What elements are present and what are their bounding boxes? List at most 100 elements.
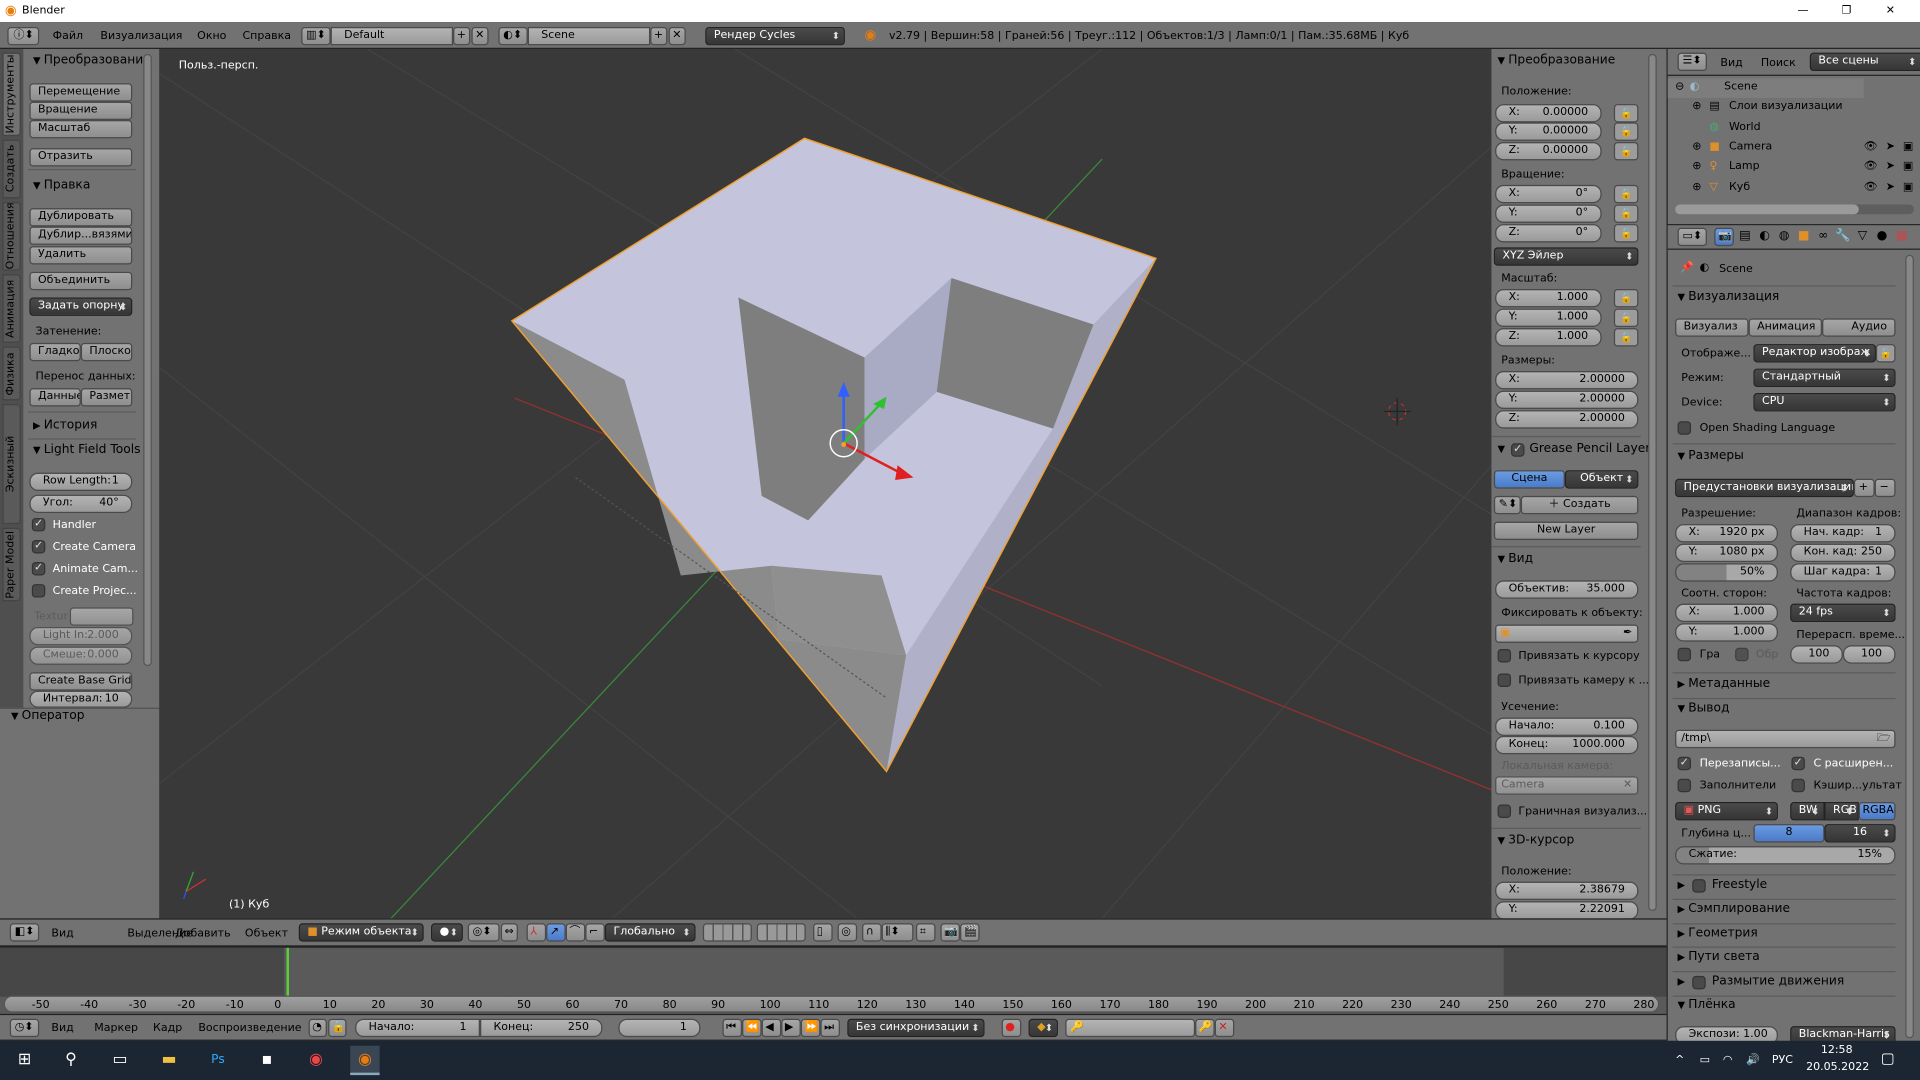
properties-scrollbar[interactable] (1905, 254, 1914, 1039)
rotation-x-field[interactable]: X: 0° (1495, 184, 1602, 204)
volume-icon[interactable]: 🔊 (1746, 1053, 1760, 1068)
select-arrow-icon[interactable]: ➤ (1886, 140, 1895, 155)
active-keying-set-field[interactable]: 🔑 (1065, 1018, 1196, 1038)
tab-material-icon[interactable]: ● (1873, 228, 1890, 245)
timeline-editor-icon[interactable]: ◷⬍ (9, 1018, 40, 1038)
viewport-shading-dropdown[interactable]: ● (431, 923, 463, 942)
interval-field[interactable]: Интервал: 10 (29, 690, 133, 708)
overwrite-checkbox[interactable]: ✓ (1677, 756, 1692, 771)
aspect-x-field[interactable]: X: 1.000 (1675, 603, 1778, 623)
duplicate-button[interactable]: Дублировать (29, 208, 133, 227)
scale-z-field[interactable]: Z: 1.000 (1495, 328, 1602, 347)
panel-transform[interactable]: Преобразовани (33, 54, 144, 67)
outliner-menu-search[interactable]: Поиск (1761, 56, 1796, 71)
layout-remove-button[interactable]: ✕ (471, 26, 489, 46)
manipulator-toggle[interactable]: ⇔ (500, 923, 518, 942)
tab-physics[interactable]: Физика (2, 346, 21, 401)
gp-pencil-icon[interactable]: ✎⬍ (1493, 495, 1521, 515)
delete-keyframe-icon[interactable]: ✕ (1214, 1018, 1235, 1038)
panel-geometry[interactable]: Геометрия (1678, 927, 1758, 940)
snap-element-icon[interactable]: ⫼⬍ (881, 923, 914, 942)
info-editor-icon[interactable]: ⓘ⬍ (7, 26, 40, 46)
snap-toggle-icon[interactable]: ∩ (862, 923, 882, 942)
close-button[interactable]: ✕ (1886, 4, 1895, 19)
menu-object[interactable]: Объект (245, 927, 288, 942)
scene-add-button[interactable]: + (650, 26, 668, 46)
panel-grease-pencil[interactable] (1498, 442, 1506, 455)
network-icon[interactable]: ▭ (1700, 1053, 1710, 1068)
tab-texture-icon[interactable]: ▦ (1893, 228, 1910, 245)
location-z-field[interactable]: Z: 0.00000 (1495, 142, 1602, 161)
animation-button[interactable]: Анимация (1748, 318, 1823, 337)
transform-orientation-dropdown[interactable]: Глобально (604, 923, 696, 942)
grease-pencil-checkbox[interactable]: ✓ (1511, 443, 1525, 457)
sync-mode-dropdown[interactable]: Без синхронизации (847, 1018, 985, 1038)
panel-render[interactable]: Визуализация (1678, 290, 1779, 303)
tab-object-icon[interactable]: ■ (1795, 228, 1812, 245)
rotation-mode-dropdown[interactable]: XYZ Эйлер (1493, 247, 1639, 266)
lock-cursor-checkbox[interactable] (1497, 648, 1512, 663)
jump-keyframe-forward-button[interactable]: ⏩ (800, 1018, 821, 1038)
timeline[interactable]: -50 -40 -30 -20 -10 0 10 20 30 40 50 60 70 80 90 100 110… (0, 946, 1667, 1014)
menu-render[interactable]: Визуализация (100, 29, 182, 44)
select-arrow-icon[interactable]: ➤ (1886, 180, 1895, 195)
lock-icon[interactable]: 🔓 (1613, 308, 1639, 327)
current-frame-field[interactable]: 1 (618, 1018, 701, 1038)
gp-create-button[interactable]: ＋ Создать (1520, 495, 1639, 515)
photoshop-icon[interactable]: Ps (203, 1046, 232, 1075)
lock-icon[interactable]: 🔓 (1613, 288, 1639, 308)
tab-scene-icon[interactable]: ◐ (1756, 228, 1773, 245)
panel-operator[interactable]: Оператор (11, 709, 85, 722)
minimize-button[interactable]: — (1798, 4, 1809, 19)
rotation-y-field[interactable]: Y: 0° (1495, 204, 1602, 223)
file-extensions-checkbox[interactable]: ✓ (1791, 756, 1805, 771)
output-path-field[interactable]: /tmp\ 🗁 (1675, 729, 1896, 749)
color-bw-button[interactable]: BW (1790, 802, 1825, 821)
display-dropdown[interactable]: Редактор изображ (1753, 344, 1876, 363)
proportional-edit-icon[interactable]: ◎ (837, 923, 858, 942)
lock-icon[interactable]: 🔓 (1613, 224, 1639, 243)
tab-modifiers-icon[interactable]: 🔧 (1834, 228, 1851, 245)
scene-icon[interactable]: ◐⬍ (498, 26, 528, 46)
new-layer-button[interactable]: New Layer (1493, 521, 1639, 541)
auto-keying-record-button[interactable]: ● (1001, 1018, 1022, 1038)
outliner-display-dropdown[interactable]: Все сцены (1809, 52, 1920, 72)
lock-camera-layers-icon[interactable]: ▯ (813, 923, 833, 942)
tab-data-icon[interactable]: ▽ (1854, 228, 1871, 245)
clock-time[interactable]: 12:58 (1821, 1043, 1853, 1058)
lock-icon[interactable]: 🔓 (1613, 204, 1639, 223)
depth-8-button[interactable]: 8 (1753, 824, 1825, 843)
panel-freestyle[interactable] (1678, 878, 1686, 891)
menu-window[interactable]: Окно (197, 29, 226, 44)
tab-render-icon[interactable]: 📷 (1714, 227, 1734, 247)
cache-result-checkbox[interactable] (1791, 778, 1805, 793)
join-button[interactable]: Объединить (29, 271, 133, 291)
panel-history[interactable]: История (33, 419, 98, 432)
panel-view[interactable]: Вид (1498, 552, 1533, 565)
scene-field[interactable]: Scene (527, 26, 651, 46)
blender-taskbar-icon[interactable]: ◉ (350, 1045, 380, 1076)
lock-icon[interactable]: 🔓 (1875, 344, 1896, 363)
jump-keyframe-back-button[interactable]: ⏪ (742, 1018, 762, 1038)
resolution-y-field[interactable]: Y: 1080 px (1675, 543, 1778, 563)
panel-film[interactable]: Плёнка (1678, 998, 1735, 1011)
cursor-x-field[interactable]: X: 2.38679 (1495, 881, 1639, 901)
scale-manipulator-icon[interactable]: ⌐ (585, 923, 605, 942)
lock-range-icon[interactable]: 🔒 (328, 1018, 347, 1038)
delete-button[interactable]: Удалить (29, 246, 133, 265)
tab-paper-model[interactable]: Paper Model (2, 527, 21, 602)
dimension-y-field[interactable]: Y: 2.00000 (1495, 390, 1639, 409)
panel-edit[interactable]: Правка (33, 179, 91, 192)
notifications-icon[interactable]: ▢ (1881, 1051, 1895, 1066)
layout-field[interactable]: Default (330, 26, 454, 46)
current-frame-indicator[interactable] (286, 947, 289, 997)
start-frame-field[interactable]: Начало: 1 (355, 1018, 481, 1038)
search-icon[interactable]: ⚲ (56, 1046, 85, 1075)
end-frame-field[interactable]: Конец: 250 (480, 1018, 603, 1038)
frame-step-field[interactable]: Шаг кадра: 1 (1790, 563, 1896, 582)
menu-file[interactable]: Файл (53, 29, 83, 44)
location-x-field[interactable]: X: 0.00000 (1495, 104, 1602, 123)
render-engine-dropdown[interactable]: Рендер Cycles (705, 26, 845, 46)
tray-overflow-icon[interactable]: ^ (1675, 1053, 1684, 1068)
border-checkbox[interactable] (1677, 647, 1692, 662)
